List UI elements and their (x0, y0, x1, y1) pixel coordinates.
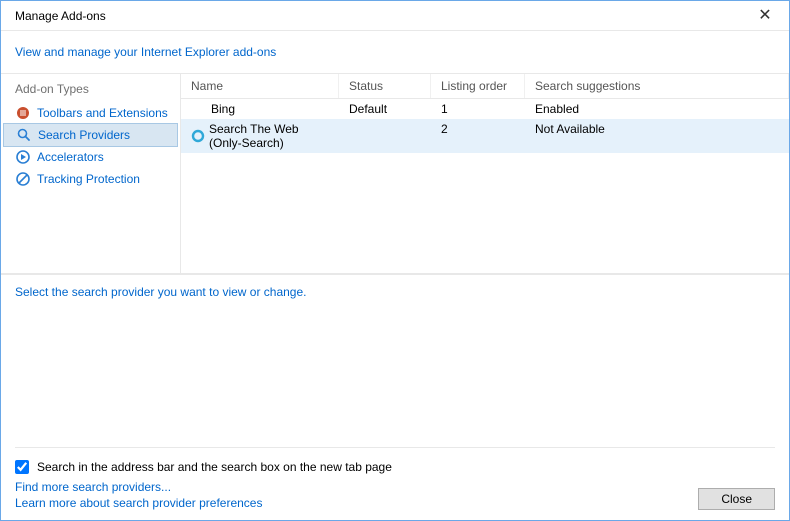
magnifier-icon (16, 127, 32, 143)
close-button[interactable]: Close (698, 488, 775, 510)
cell-order: 1 (431, 99, 525, 119)
manage-addons-window: Manage Add-ons ✕ View and manage your In… (0, 0, 790, 521)
sidebar-header: Add-on Types (1, 76, 180, 102)
rows: Bing Default 1 Enabled Search The Web (O… (181, 99, 789, 273)
window-title: Manage Add-ons (15, 9, 106, 23)
cell-status (339, 119, 431, 153)
column-headers: Name Status Listing order Search suggest… (181, 74, 789, 99)
footer-links: Find more search providers... Learn more… (15, 480, 262, 510)
col-order[interactable]: Listing order (431, 74, 525, 98)
cell-order: 2 (431, 119, 525, 153)
checkbox-label: Search in the address bar and the search… (37, 460, 392, 474)
find-more-providers-link[interactable]: Find more search providers... (15, 480, 262, 494)
accelerator-icon (15, 149, 31, 165)
puzzle-icon (15, 105, 31, 121)
col-name[interactable]: Name (181, 74, 339, 98)
instruction-text: Select the search provider you want to v… (15, 285, 775, 359)
footer: Find more search providers... Learn more… (1, 474, 789, 520)
listview: Name Status Listing order Search suggest… (181, 74, 789, 273)
cell-status: Default (339, 99, 431, 119)
provider-name: Search The Web (Only-Search) (209, 122, 329, 150)
cell-name: Search The Web (Only-Search) (181, 119, 339, 153)
search-in-addressbar-row[interactable]: Search in the address bar and the search… (15, 447, 775, 474)
sidebar-item-label: Toolbars and Extensions (37, 106, 168, 120)
sidebar-item-search-providers[interactable]: Search Providers (3, 123, 178, 147)
sidebar-item-tracking-protection[interactable]: Tracking Protection (1, 168, 180, 190)
col-suggestions[interactable]: Search suggestions (525, 74, 789, 98)
cell-suggestions: Enabled (525, 99, 789, 119)
sidebar-item-label: Tracking Protection (37, 172, 140, 186)
titlebar: Manage Add-ons ✕ (1, 1, 789, 31)
col-status[interactable]: Status (339, 74, 431, 98)
table-row[interactable]: Search The Web (Only-Search) 2 Not Avail… (181, 119, 789, 153)
subtitle-row: View and manage your Internet Explorer a… (1, 31, 789, 73)
cell-suggestions: Not Available (525, 119, 789, 153)
bottom-panel: Select the search provider you want to v… (1, 274, 789, 474)
table-row[interactable]: Bing Default 1 Enabled (181, 99, 789, 119)
cell-name: Bing (181, 99, 339, 119)
body: Add-on Types Toolbars and Extensions Sea… (1, 73, 789, 274)
sidebar: Add-on Types Toolbars and Extensions Sea… (1, 74, 181, 273)
sidebar-item-label: Accelerators (37, 150, 104, 164)
close-icon[interactable]: ✕ (749, 4, 781, 28)
sidebar-item-accelerators[interactable]: Accelerators (1, 146, 180, 168)
provider-icon (191, 129, 205, 143)
provider-name: Bing (211, 102, 235, 116)
learn-more-link[interactable]: Learn more about search provider prefere… (15, 496, 262, 510)
view-manage-link[interactable]: View and manage your Internet Explorer a… (15, 45, 276, 59)
block-icon (15, 171, 31, 187)
search-in-addressbar-checkbox[interactable] (15, 460, 29, 474)
sidebar-item-toolbars[interactable]: Toolbars and Extensions (1, 102, 180, 124)
sidebar-item-label: Search Providers (38, 128, 130, 142)
